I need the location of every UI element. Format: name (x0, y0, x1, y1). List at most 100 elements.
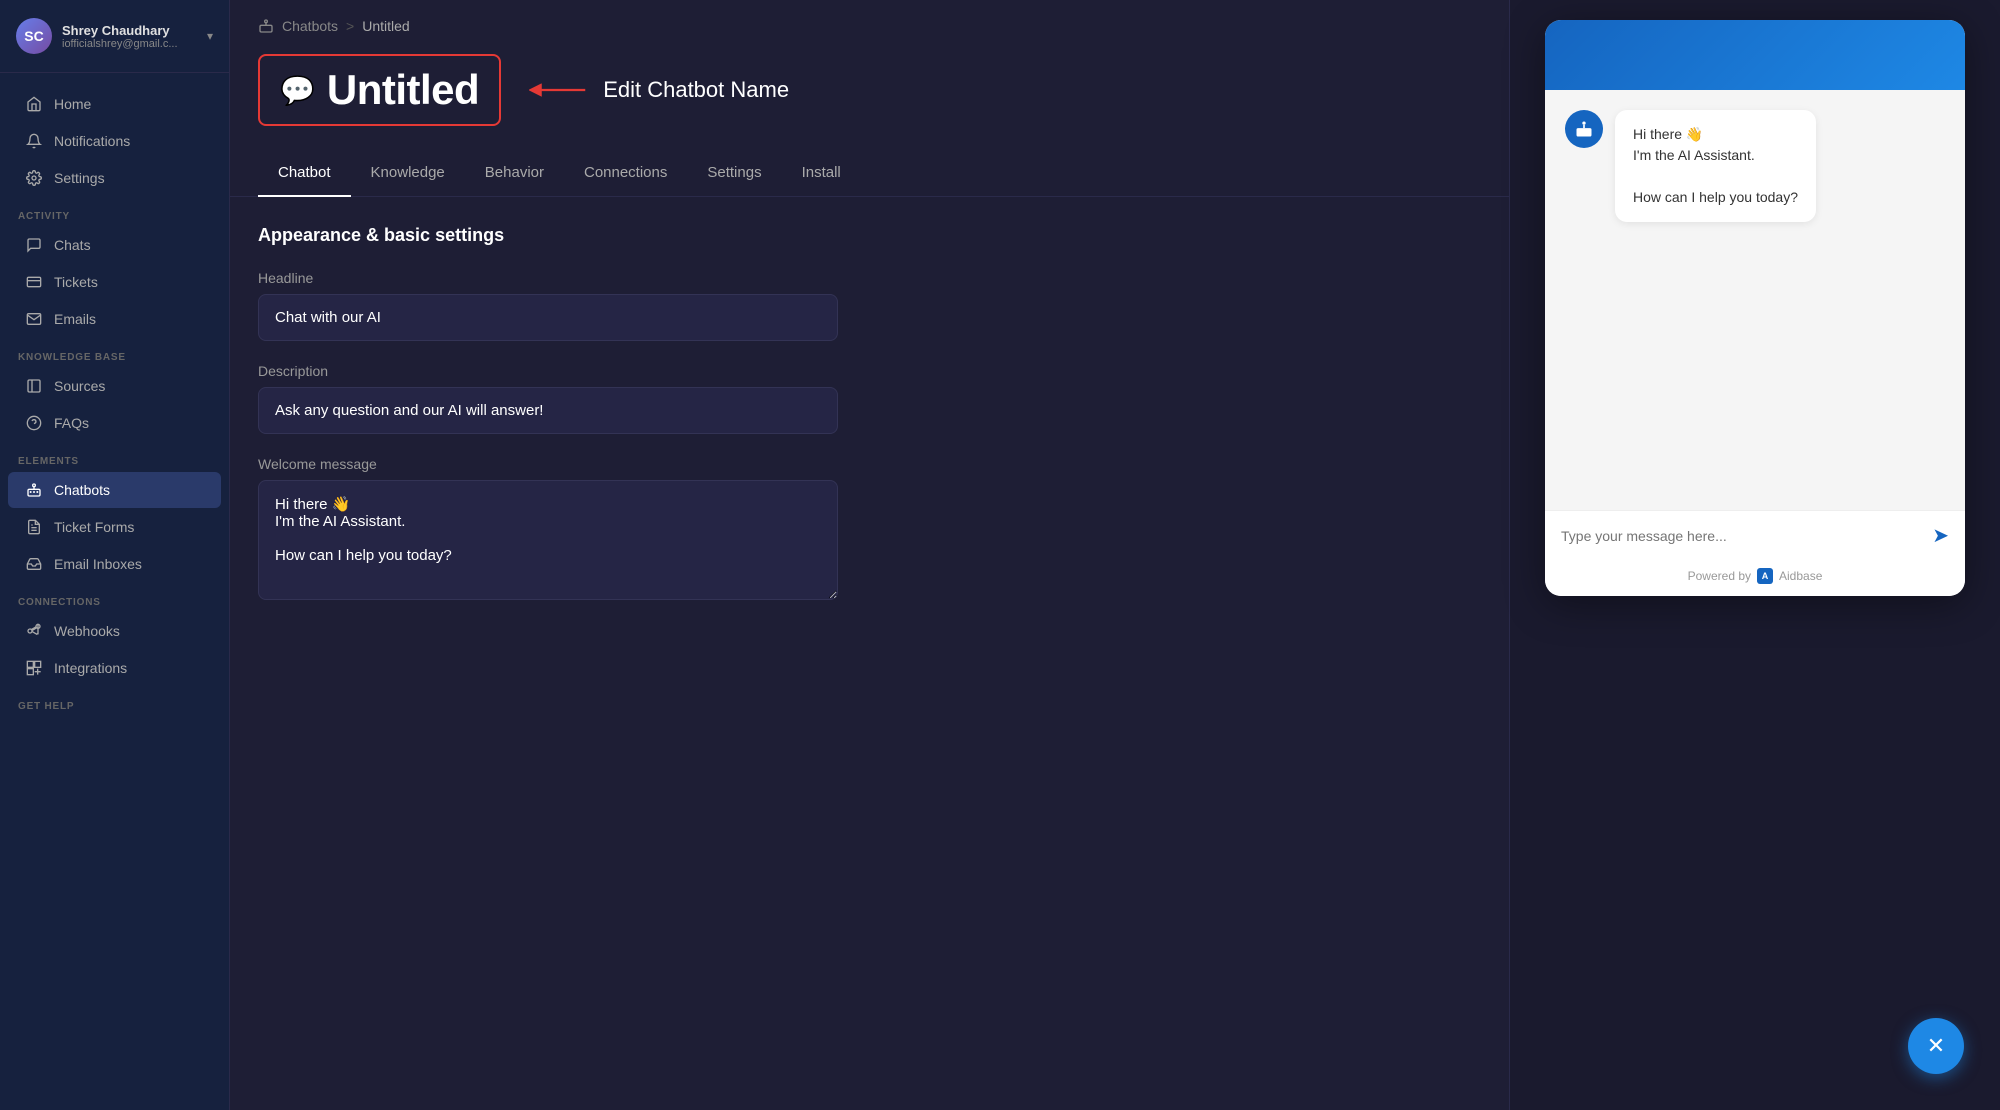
webhook-icon (26, 623, 42, 639)
field-label-headline: Headline (258, 270, 1481, 286)
chatbot-name-text: Untitled (327, 66, 479, 114)
bot-message-text: Hi there 👋I'm the AI Assistant.How can I… (1633, 124, 1798, 208)
breadcrumb-separator: > (346, 18, 354, 34)
chat-footer: Powered by A Aidbase (1545, 560, 1965, 596)
breadcrumb-current: Untitled (362, 18, 409, 34)
fab-icon: ✕ (1927, 1033, 1945, 1059)
sidebar-item-label-integrations: Integrations (54, 660, 127, 676)
chat-send-button[interactable]: ➤ (1932, 523, 1949, 548)
field-group-description: Description (258, 363, 1481, 434)
section-title: Appearance & basic settings (258, 225, 1481, 246)
sidebar-item-label-chats: Chats (54, 237, 91, 253)
bot-message-row: Hi there 👋I'm the AI Assistant.How can I… (1565, 110, 1945, 222)
ticket-icon (26, 274, 42, 290)
sidebar-item-label-faqs: FAQs (54, 415, 89, 431)
chat-input-area: ➤ (1545, 510, 1965, 560)
chat-message-input[interactable] (1561, 528, 1922, 544)
welcome-message-input[interactable]: Hi there 👋 I'm the AI Assistant. How can… (258, 480, 838, 600)
chatbot-name-icon: 💬 (280, 74, 315, 107)
tab-connections[interactable]: Connections (564, 150, 687, 197)
chatbot-breadcrumb-icon (258, 18, 274, 34)
section-label-connections: CONNECTIONS (0, 583, 229, 612)
tabs-bar: Chatbot Knowledge Behavior Connections S… (230, 150, 1509, 197)
sources-icon (26, 378, 42, 394)
edit-label-area: Edit Chatbot Name (529, 76, 789, 104)
chat-header (1545, 20, 1965, 90)
sidebar-item-ticket-forms[interactable]: Ticket Forms (8, 509, 221, 545)
sidebar-item-emails[interactable]: Emails (8, 301, 221, 337)
sidebar-item-label-settings: Settings (54, 170, 105, 186)
tab-behavior[interactable]: Behavior (465, 150, 564, 197)
section-label-knowledge: KNOWLEDGE BASE (0, 338, 229, 367)
sidebar-item-tickets[interactable]: Tickets (8, 264, 221, 300)
aidbase-logo: A (1757, 568, 1773, 584)
form-area: Appearance & basic settings Headline Des… (230, 197, 1509, 1110)
edit-chatbot-name-label: Edit Chatbot Name (603, 77, 789, 103)
breadcrumb: Chatbots > Untitled (230, 0, 1509, 46)
sidebar-item-label-ticket-forms: Ticket Forms (54, 519, 134, 535)
sidebar: SC Shrey Chaudhary iofficialshrey@gmail.… (0, 0, 230, 1110)
sidebar-item-webhooks[interactable]: Webhooks (8, 613, 221, 649)
brand-name: Aidbase (1779, 569, 1822, 583)
field-group-headline: Headline (258, 270, 1481, 341)
home-icon (26, 96, 42, 112)
integrations-icon (26, 660, 42, 676)
sidebar-item-notifications[interactable]: Notifications (8, 123, 221, 159)
chatbot-icon (26, 482, 42, 498)
sidebar-item-settings[interactable]: Settings (8, 160, 221, 196)
sidebar-item-home[interactable]: Home (8, 86, 221, 122)
chatbot-name-box[interactable]: 💬 Untitled (258, 54, 501, 126)
breadcrumb-parent[interactable]: Chatbots (282, 18, 338, 34)
sidebar-item-label-email-inboxes: Email Inboxes (54, 556, 142, 572)
form-icon (26, 519, 42, 535)
main-content: Chatbots > Untitled 💬 Untitled (230, 0, 2000, 1110)
sidebar-item-email-inboxes[interactable]: Email Inboxes (8, 546, 221, 582)
center-panel: Chatbots > Untitled 💬 Untitled (230, 0, 1510, 1110)
sidebar-item-label-chatbots: Chatbots (54, 482, 110, 498)
user-profile[interactable]: SC Shrey Chaudhary iofficialshrey@gmail.… (0, 0, 229, 73)
tab-settings[interactable]: Settings (687, 150, 781, 197)
top-area: Chatbots > Untitled 💬 Untitled (230, 0, 2000, 1110)
email-icon (26, 311, 42, 327)
sidebar-item-label-webhooks: Webhooks (54, 623, 120, 639)
user-email: iofficialshrey@gmail.c... (62, 38, 197, 50)
fab-button[interactable]: ✕ (1908, 1018, 1964, 1074)
sidebar-item-label-home: Home (54, 96, 91, 112)
section-label-get-help: GET HELP (0, 687, 229, 716)
field-group-welcome-message: Welcome message Hi there 👋 I'm the AI As… (258, 456, 1481, 605)
section-label-elements: ELEMENTS (0, 442, 229, 471)
sidebar-item-label-sources: Sources (54, 378, 105, 394)
headline-input[interactable] (258, 294, 838, 341)
inbox-icon (26, 556, 42, 572)
description-input[interactable] (258, 387, 838, 434)
sidebar-nav: Home Notifications Settings ACTIVITY Cha… (0, 73, 229, 728)
bot-avatar (1565, 110, 1603, 148)
bot-avatar-icon (1574, 119, 1594, 139)
tab-knowledge[interactable]: Knowledge (351, 150, 465, 197)
bot-message-bubble: Hi there 👋I'm the AI Assistant.How can I… (1615, 110, 1816, 222)
field-label-welcome-message: Welcome message (258, 456, 1481, 472)
sidebar-item-chatbots[interactable]: Chatbots (8, 472, 221, 508)
sidebar-item-chats[interactable]: Chats (8, 227, 221, 263)
user-name: Shrey Chaudhary (62, 23, 197, 38)
chat-body: Hi there 👋I'm the AI Assistant.How can I… (1545, 90, 1965, 510)
faqs-icon (26, 415, 42, 431)
chat-widget: Hi there 👋I'm the AI Assistant.How can I… (1545, 20, 1965, 596)
gear-icon (26, 170, 42, 186)
sidebar-item-label-emails: Emails (54, 311, 96, 327)
sidebar-item-integrations[interactable]: Integrations (8, 650, 221, 686)
section-label-activity: ACTIVITY (0, 197, 229, 226)
avatar: SC (16, 18, 52, 54)
chat-icon (26, 237, 42, 253)
tab-chatbot[interactable]: Chatbot (258, 150, 351, 197)
sidebar-item-sources[interactable]: Sources (8, 368, 221, 404)
user-info: Shrey Chaudhary iofficialshrey@gmail.c..… (62, 23, 197, 50)
sidebar-item-label-notifications: Notifications (54, 133, 130, 149)
bell-icon (26, 133, 42, 149)
powered-by-text: Powered by (1688, 569, 1751, 583)
tab-install[interactable]: Install (782, 150, 861, 197)
sidebar-item-faqs[interactable]: FAQs (8, 405, 221, 441)
right-panel: Hi there 👋I'm the AI Assistant.How can I… (1510, 0, 2000, 1110)
send-icon: ➤ (1932, 525, 1949, 547)
chatbot-title-area: 💬 Untitled Edit Chatbot Name (230, 46, 1509, 150)
